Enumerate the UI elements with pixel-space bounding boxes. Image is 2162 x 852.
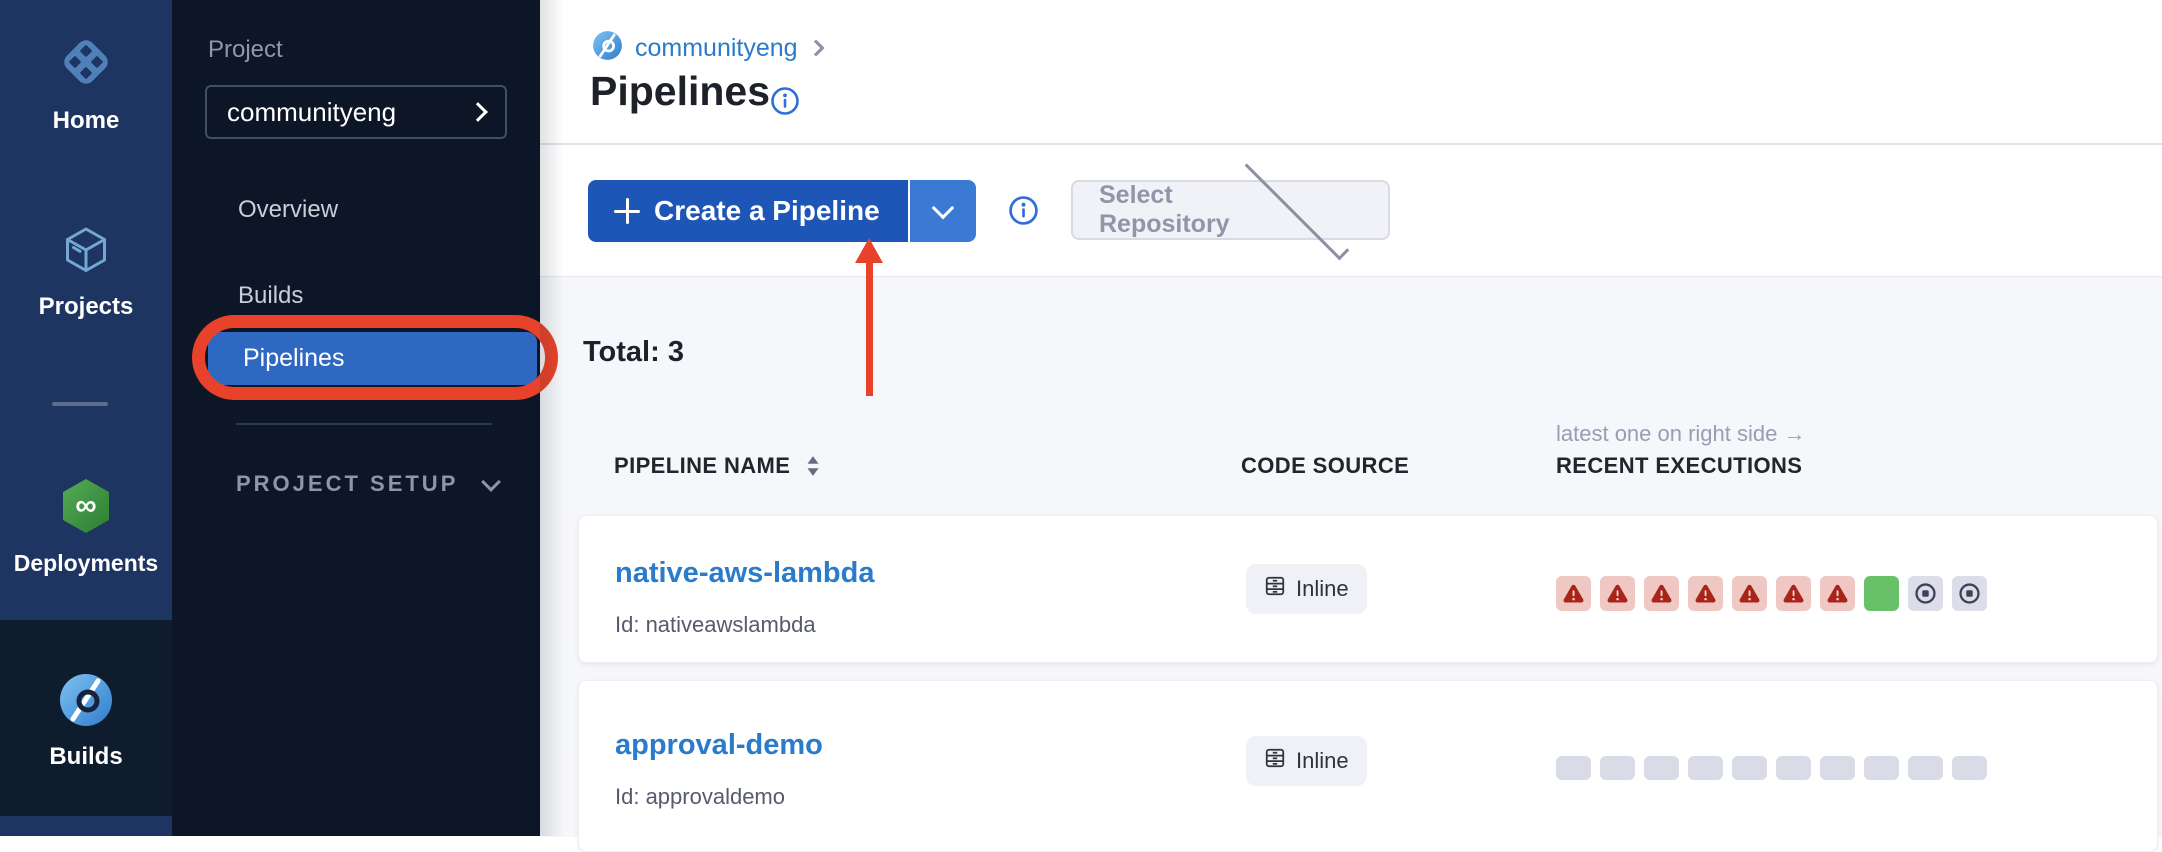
main-content: communityeng Pipelines Create a Pipeline… [540,0,2162,836]
create-pipeline-button-main[interactable]: Create a Pipeline [588,180,908,242]
project-section-label: Project [208,36,283,64]
execution-status-failed-icon[interactable] [1600,576,1635,611]
execution-status-failed-icon[interactable] [1820,576,1855,611]
execution-status-empty-icon [1688,756,1723,780]
info-icon[interactable] [1008,195,1039,231]
rail-item-builds[interactable]: Builds [0,672,172,771]
execution-status-failed-icon[interactable] [1688,576,1723,611]
rail-item-projects[interactable]: Projects [0,222,172,321]
execution-status-empty-icon [1820,756,1855,780]
sort-icon[interactable] [806,455,820,482]
project-selector-value: communityeng [227,97,471,128]
recent-executions [1556,756,1987,780]
recent-executions [1556,576,1987,611]
execution-status-aborted-icon[interactable] [1908,576,1943,611]
project-setup-expander[interactable]: PROJECT SETUP [236,471,498,497]
select-repository-dropdown[interactable]: Select Repository [1071,180,1390,240]
code-source-label: Inline [1296,576,1349,602]
pipeline-id: Id: approvaldemo [615,784,785,810]
header-divider [540,143,2162,145]
execution-status-failed-icon[interactable] [1732,576,1767,611]
execution-status-empty-icon [1776,756,1811,780]
create-pipeline-label: Create a Pipeline [654,195,880,227]
sidebar-item-pipelines[interactable]: Pipelines [208,332,537,385]
rail-item-home[interactable]: Home [0,32,172,135]
execution-status-failed-icon[interactable] [1556,576,1591,611]
project-sidebar: Project communityeng Overview Builds Pip… [172,0,540,836]
sidebar-divider [236,423,492,425]
builds-ci-icon [58,672,114,733]
breadcrumb-project-link[interactable]: communityeng [635,34,798,63]
chevron-right-icon [468,102,488,122]
module-rail: Home Projects ∞ Deployments [0,0,172,836]
column-header-code-source: CODE SOURCE [1241,453,1409,479]
create-pipeline-dropdown-toggle[interactable] [910,180,976,242]
project-ci-icon [592,30,623,66]
execution-status-empty-icon [1952,756,1987,780]
rail-item-deployments[interactable]: ∞ Deployments [0,477,172,577]
sidebar-item-builds[interactable]: Builds [238,282,303,310]
chevron-right-icon [807,40,824,57]
chevron-down-icon [481,472,501,492]
execution-status-empty-icon [1644,756,1679,780]
select-repository-placeholder: Select Repository [1099,181,1230,239]
execution-status-empty-icon [1864,756,1899,780]
inline-archive-icon [1264,575,1286,603]
code-source-badge: Inline [1246,736,1367,786]
execution-status-failed-icon[interactable] [1776,576,1811,611]
sidebar-item-overview[interactable]: Overview [238,196,338,224]
create-pipeline-button[interactable]: Create a Pipeline [588,180,976,242]
home-icon [56,32,116,97]
total-count: Total: 3 [583,336,684,369]
pipeline-name-link[interactable]: approval-demo [615,729,823,762]
project-setup-label: PROJECT SETUP [236,471,458,497]
execution-status-empty-icon [1732,756,1767,780]
execution-status-empty-icon [1556,756,1591,780]
execution-status-success-icon[interactable] [1864,576,1899,611]
info-icon[interactable] [770,86,800,121]
svg-text:∞: ∞ [75,489,96,522]
rail-divider [52,402,108,406]
column-header-pipeline-name: PIPELINE NAME [614,453,790,479]
execution-status-empty-icon [1600,756,1635,780]
breadcrumb: communityeng [592,30,822,66]
deployments-hexagon-icon: ∞ [58,477,114,540]
code-source-badge: Inline [1246,564,1367,614]
sidebar-item-pipelines-label: Pipelines [243,344,344,373]
execution-status-aborted-icon[interactable] [1952,576,1987,611]
column-header-recent-executions: RECENT EXECUTIONS [1556,453,1802,479]
page-title: Pipelines [590,68,770,115]
project-selector[interactable]: communityeng [205,85,507,139]
code-source-label: Inline [1296,748,1349,774]
projects-cube-icon [58,222,114,283]
pipeline-row[interactable]: approval-demo Id: approvaldemo Inline [578,680,2158,852]
chevron-down-icon [931,197,954,220]
plus-icon [614,198,640,224]
pipeline-id: Id: nativeawslambda [615,612,816,638]
rail-item-label: Projects [39,293,134,321]
inline-archive-icon [1264,747,1286,775]
execution-status-failed-icon[interactable] [1644,576,1679,611]
rail-item-label: Builds [49,743,122,771]
rail-item-label: Home [53,107,120,135]
rail-item-label: Deployments [14,550,158,577]
chevron-down-icon [1245,156,1350,261]
pipeline-row[interactable]: native-aws-lambda Id: nativeawslambda In… [578,515,2158,663]
execution-status-empty-icon [1908,756,1943,780]
executions-note: latest one on right side → [1556,421,1805,447]
pipeline-name-link[interactable]: native-aws-lambda [615,557,874,590]
